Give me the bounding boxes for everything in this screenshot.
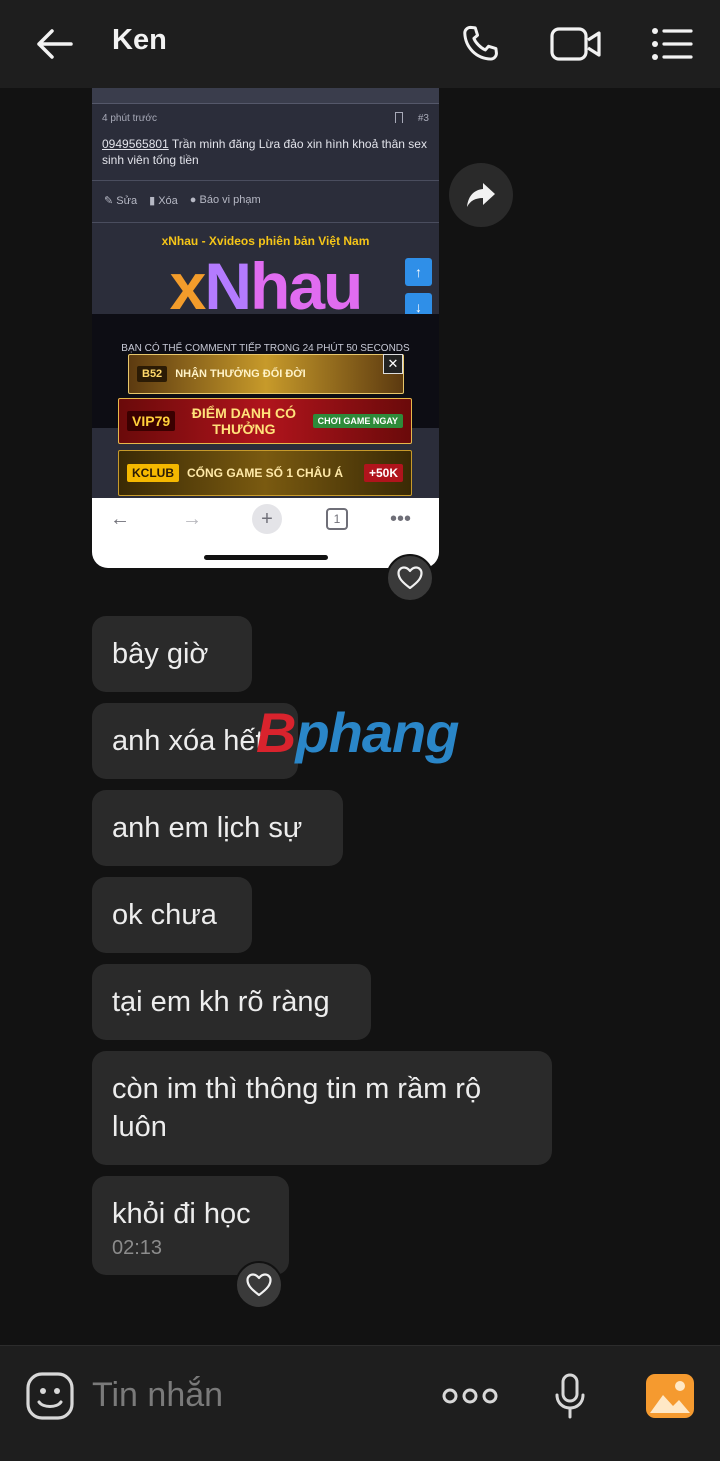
ad-banner-vip79: VIP79 ĐIỂM DANH CÓ THƯỞNG CHƠI GAME NGAY — [118, 398, 412, 444]
video-camera-icon — [550, 27, 601, 61]
image-icon — [646, 1374, 694, 1418]
watermark-logo: Bphang — [256, 701, 459, 764]
message-text: tại em kh rõ ràng — [112, 986, 330, 1018]
screenshot-top-bar — [92, 88, 439, 104]
ad-close-icon: ✕ — [383, 354, 403, 374]
chat-options-button[interactable] — [642, 14, 702, 74]
chat-header: Ken — [0, 0, 720, 88]
browser-forward-icon: → — [182, 508, 202, 530]
report-action: ● Báo vi phạm — [189, 194, 261, 206]
edit-action: ✎ Sửa — [104, 195, 138, 207]
message-bubble[interactable]: tại em kh rõ ràng — [92, 964, 371, 1040]
post-time: 4 phút trước — [102, 113, 157, 124]
browser-more-icon: ••• — [390, 508, 412, 530]
more-options-button[interactable] — [440, 1366, 500, 1426]
message-input[interactable]: Tin nhắn — [92, 1376, 223, 1415]
scroll-up-icon: ↑ — [405, 258, 432, 286]
heart-icon — [397, 566, 423, 590]
message-text: còn im thì thông tin m rầm rộ luôn — [112, 1073, 482, 1143]
browser-tabs-icon: 1 — [326, 508, 348, 530]
message-composer: Tin nhắn — [0, 1345, 720, 1461]
comment-countdown: BẠN CÓ THỂ COMMENT TIẾP TRONG 24 PHÚT 50… — [121, 343, 410, 354]
react-heart-button[interactable] — [386, 554, 434, 602]
video-call-button[interactable] — [546, 14, 606, 74]
delete-action: ▮ Xóa — [149, 195, 178, 207]
message-text: khỏi đi học — [112, 1198, 251, 1230]
sticker-icon — [26, 1372, 74, 1420]
forward-button[interactable] — [449, 163, 513, 227]
message-text: anh em lịch sự — [112, 812, 303, 844]
share-arrow-icon — [467, 183, 495, 207]
react-heart-button[interactable] — [235, 1261, 283, 1309]
message-bubble[interactable]: bây giờ — [92, 616, 252, 692]
home-indicator — [204, 555, 328, 560]
bookmark-icon — [395, 112, 403, 123]
post-phone: 0949565801 — [102, 137, 169, 151]
post-actions: ✎ Sửa ▮ Xóa ● Báo vi phạm — [104, 194, 261, 207]
post-number: #3 — [417, 113, 429, 124]
phone-icon — [463, 25, 498, 61]
message-text: bây giờ — [112, 638, 209, 670]
microphone-icon — [555, 1373, 585, 1419]
divider — [92, 180, 439, 181]
menu-list-icon — [652, 28, 693, 60]
message-text: ok chưa — [112, 899, 217, 931]
more-icon — [442, 1388, 498, 1404]
browser-nav-bar: ← → + 1 ••• — [92, 498, 439, 568]
message-text: anh xóa hết — [112, 725, 264, 757]
contact-name[interactable]: Ken — [112, 24, 167, 57]
voice-call-button[interactable] — [450, 14, 510, 74]
divider — [92, 222, 439, 223]
send-image-button[interactable] — [640, 1366, 700, 1426]
post-content: 0949565801 Trần minh đăng Lừa đảo xin hì… — [102, 136, 432, 168]
heart-icon — [246, 1273, 272, 1297]
message-bubble[interactable]: anh em lịch sự — [92, 790, 343, 866]
message-bubble[interactable]: ok chưa — [92, 877, 252, 953]
ad-banner-kclub: KCLUB CỔNG GAME SỐ 1 CHÂU Á +50K — [118, 450, 412, 496]
message-time: 02:13 — [112, 1237, 163, 1259]
message-bubble[interactable]: còn im thì thông tin m rầm rộ luôn — [92, 1051, 552, 1165]
sticker-button[interactable] — [20, 1366, 80, 1426]
back-button[interactable] — [24, 14, 84, 74]
voice-message-button[interactable] — [540, 1366, 600, 1426]
browser-back-icon: ← — [110, 508, 130, 530]
ad-banner-b52: B52 NHẬN THƯỞNG ĐỔI ĐỜI — [128, 354, 404, 394]
browser-new-tab-icon: + — [252, 504, 282, 534]
back-arrow-icon — [37, 29, 73, 59]
shared-screenshot-image[interactable]: 4 phút trước #3 0949565801 Trần minh đăn… — [92, 88, 439, 568]
